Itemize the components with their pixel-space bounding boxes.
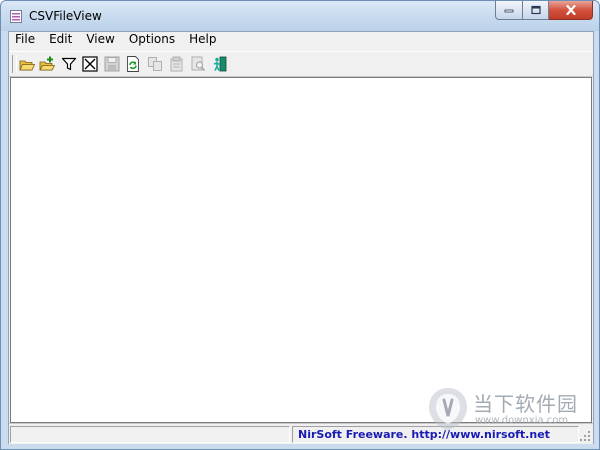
close-button[interactable] [549, 1, 593, 20]
wait-button[interactable] [81, 55, 99, 73]
app-window: CSVFileView File Edit View Options Help [0, 0, 600, 450]
watermark-brand: 当下软件园 [473, 392, 578, 416]
menu-options[interactable]: Options [122, 32, 182, 50]
open-folder-plus-icon [39, 56, 55, 71]
filter-icon [61, 57, 77, 71]
app-icon [10, 10, 22, 23]
minimize-icon [504, 9, 514, 13]
refresh-button[interactable] [124, 55, 142, 73]
title-bar[interactable]: CSVFileView [1, 1, 599, 31]
close-icon [565, 5, 576, 15]
minimize-button[interactable] [495, 1, 523, 20]
exit-button[interactable] [211, 55, 229, 73]
menu-help[interactable]: Help [182, 32, 223, 50]
toolbar [9, 51, 593, 77]
filter-button[interactable] [60, 55, 78, 73]
menu-view[interactable]: View [79, 32, 121, 50]
menu-edit[interactable]: Edit [42, 32, 79, 50]
maximize-icon [530, 5, 541, 15]
watermark-logo-icon [429, 388, 467, 430]
save-icon [104, 56, 120, 72]
window-title: CSVFileView [29, 9, 102, 23]
csv-list-view[interactable] [10, 77, 592, 423]
maximize-button[interactable] [523, 1, 549, 20]
open-button[interactable] [18, 55, 36, 73]
refresh-icon [127, 56, 139, 72]
watermark: 当下软件园 www.downxia.com [427, 384, 587, 438]
properties-icon [170, 56, 183, 72]
watermark-url: www.downxia.com [475, 415, 569, 426]
find-button[interactable] [189, 55, 207, 73]
client-area: File Edit View Options Help NirSoft Free… [8, 31, 594, 444]
exit-icon [213, 56, 227, 72]
window-controls [495, 1, 593, 21]
copy-button[interactable] [146, 55, 164, 73]
toolbar-grip[interactable] [12, 55, 17, 73]
hourglass-icon [82, 56, 98, 72]
status-pane-main [10, 426, 290, 443]
copy-icon [148, 57, 162, 71]
find-icon [191, 56, 206, 72]
menu-bar: File Edit View Options Help [9, 32, 593, 50]
menu-file[interactable]: File [9, 32, 42, 50]
open-folder-icon [19, 60, 35, 71]
save-button[interactable] [103, 55, 121, 73]
properties-button[interactable] [167, 55, 185, 73]
open-add-button[interactable] [38, 55, 56, 73]
